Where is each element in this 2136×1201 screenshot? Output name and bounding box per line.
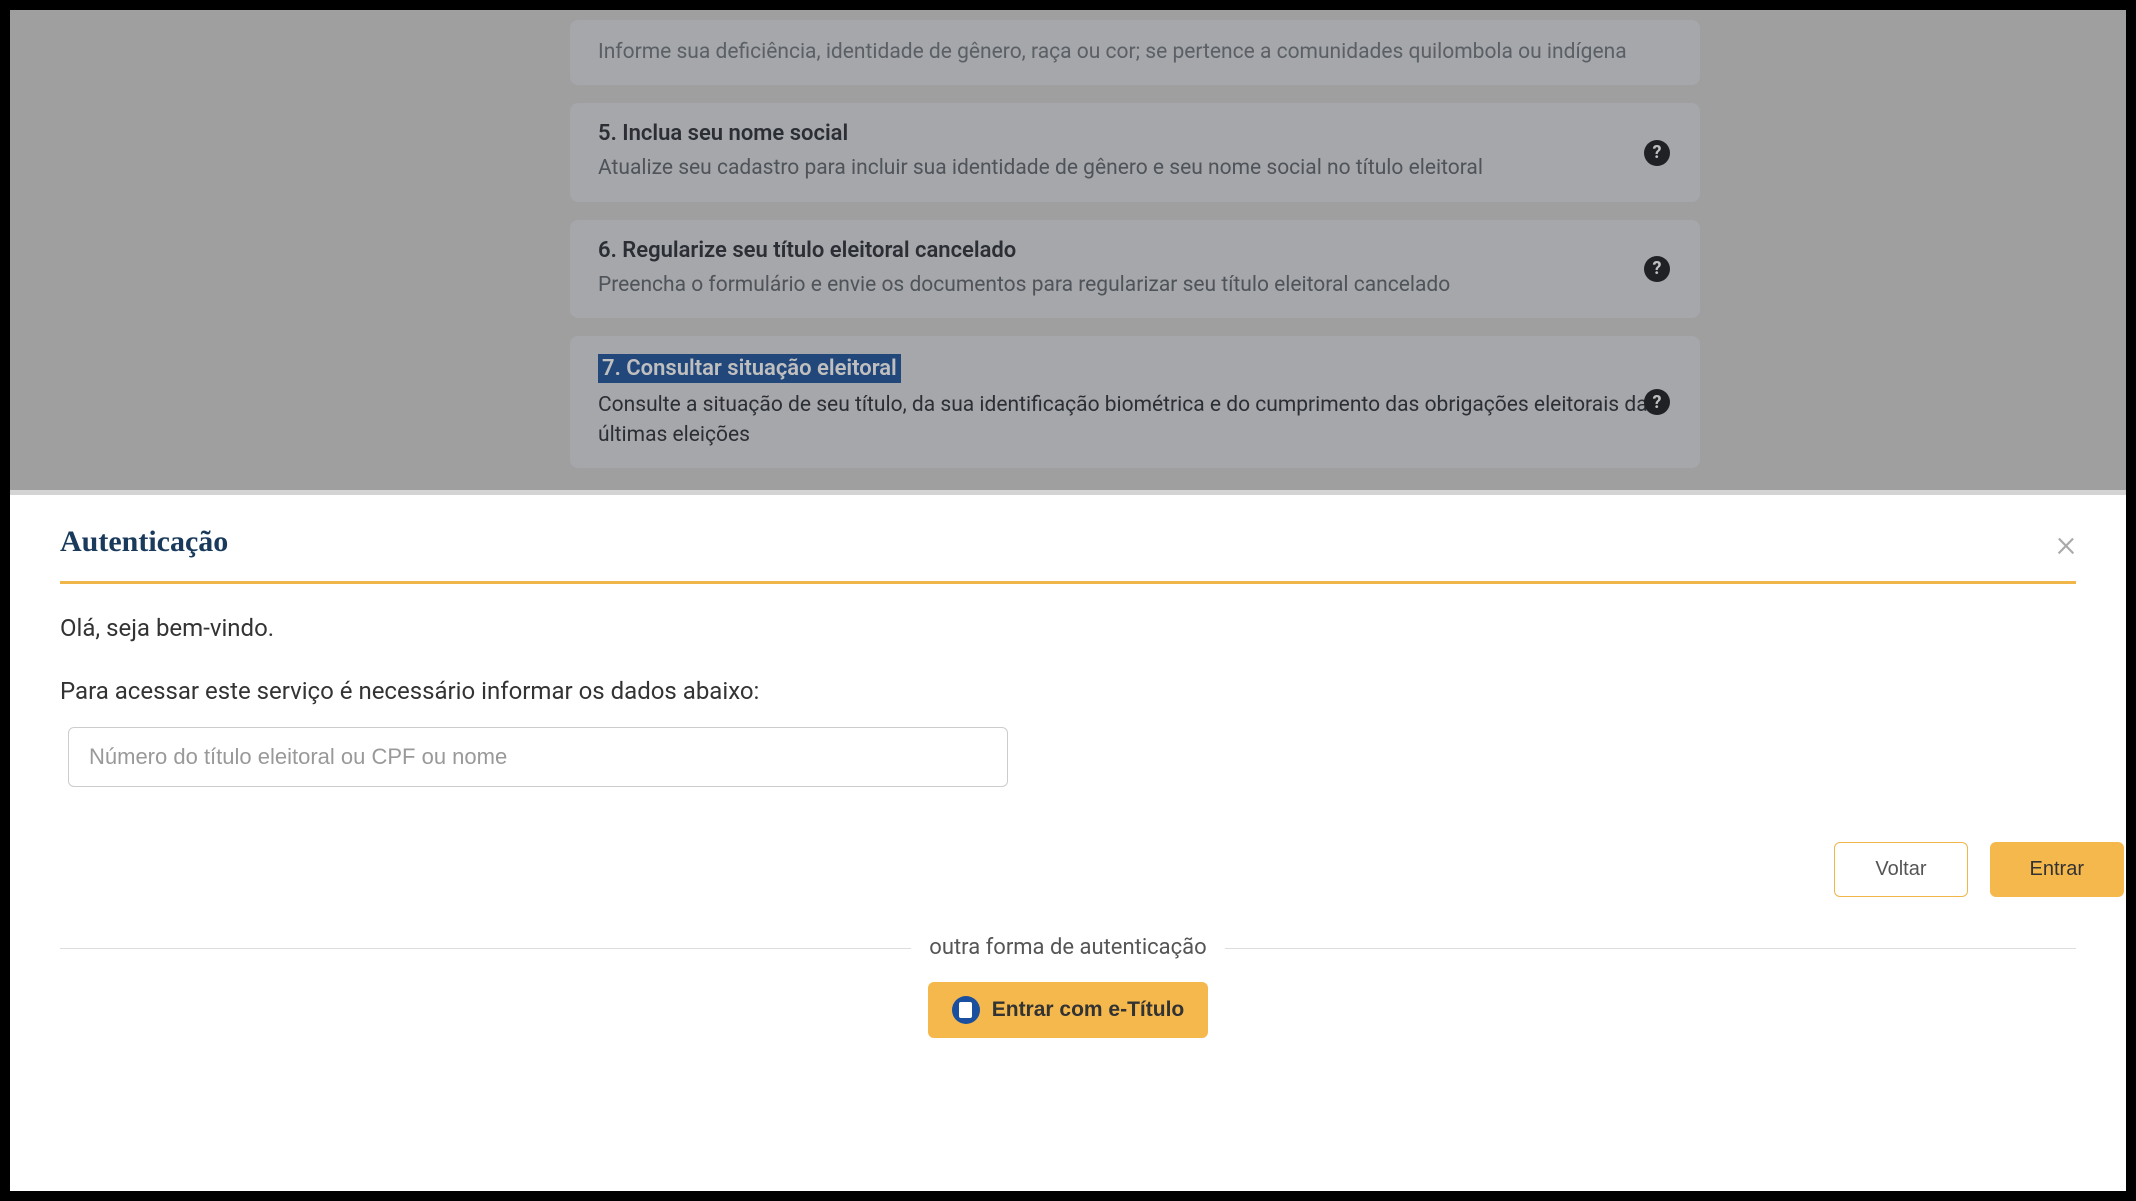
modal-backdrop: [10, 10, 2126, 490]
enter-button[interactable]: Entrar: [1990, 842, 2124, 897]
divider: outra forma de autenticação: [60, 935, 2076, 960]
close-icon[interactable]: ×: [2056, 525, 2076, 563]
modal-header: Autenticação ×: [60, 525, 2076, 584]
modal-instruction: Para acessar este serviço é necessário i…: [60, 677, 2076, 705]
modal-greeting: Olá, seja bem-vindo.: [60, 614, 2076, 642]
etitulo-icon: [952, 996, 980, 1024]
alt-auth-label: outra forma de autenticação: [911, 935, 1224, 960]
button-row: Voltar Entrar: [60, 842, 2076, 897]
etitulo-button-label: Entrar com e-Título: [992, 998, 1185, 1022]
back-button[interactable]: Voltar: [1834, 842, 1967, 897]
etitulo-button[interactable]: Entrar com e-Título: [928, 982, 1209, 1038]
alt-auth-section: outra forma de autenticação Entrar com e…: [60, 935, 2076, 1038]
modal-title: Autenticação: [60, 525, 228, 559]
authentication-modal: Autenticação × Olá, seja bem-vindo. Para…: [10, 495, 2126, 1191]
identifier-input[interactable]: [68, 727, 1008, 787]
